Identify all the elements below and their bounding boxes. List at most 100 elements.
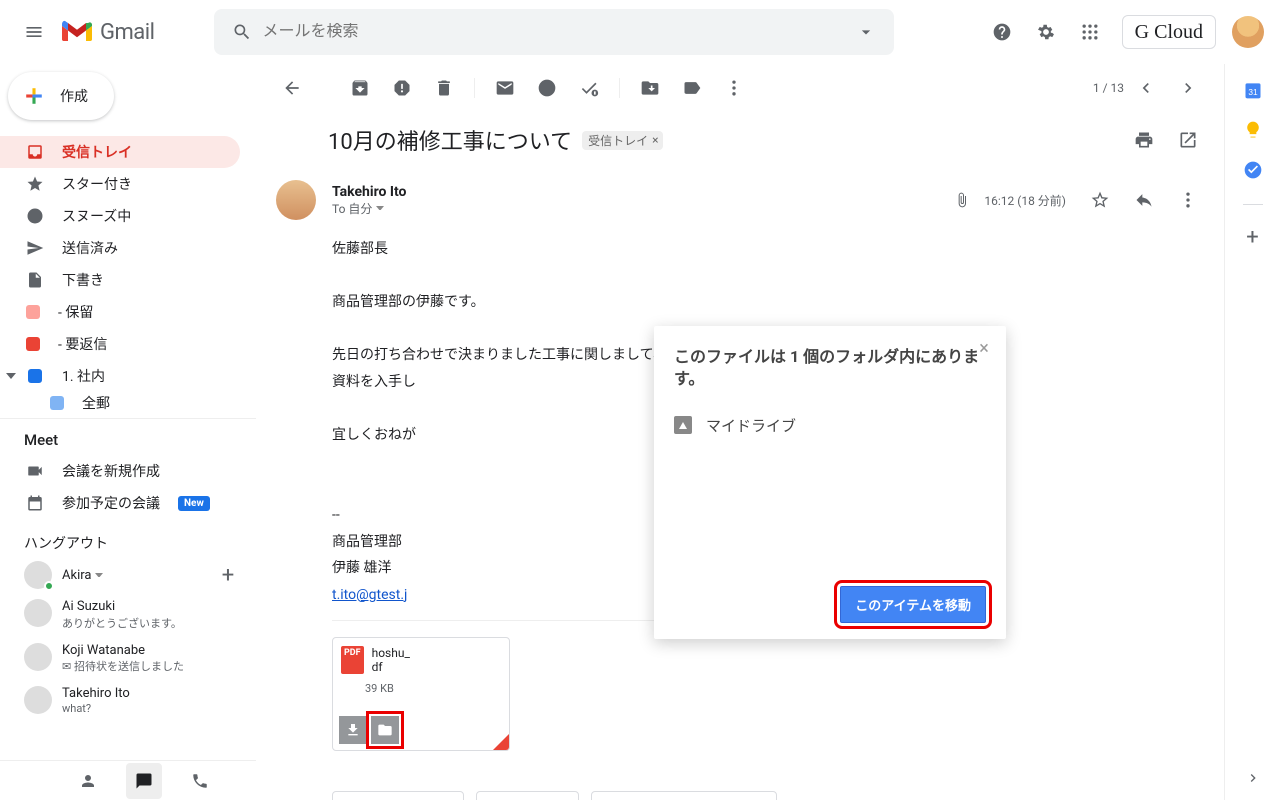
tasks-addon-icon[interactable] bbox=[1243, 160, 1263, 180]
meet-scheduled[interactable]: 参加予定の会議New bbox=[0, 487, 256, 519]
star-outline-icon bbox=[1090, 190, 1110, 210]
arrow-left-icon bbox=[282, 78, 302, 98]
contact-avatar bbox=[24, 599, 52, 627]
next-button[interactable] bbox=[1168, 68, 1208, 108]
move-item-button[interactable]: このアイテムを移動 bbox=[840, 586, 986, 623]
attachment-name: hoshu_ bbox=[372, 646, 410, 660]
gmail-logo-icon bbox=[62, 20, 92, 44]
more-button[interactable] bbox=[714, 68, 754, 108]
clock-icon bbox=[26, 207, 44, 225]
caret-down-icon bbox=[6, 373, 16, 379]
delete-button[interactable] bbox=[424, 68, 464, 108]
main-menu-button[interactable] bbox=[10, 8, 58, 56]
caret-down-icon bbox=[95, 573, 103, 578]
smart-reply-chip[interactable]: 送ります。 bbox=[476, 791, 579, 800]
remove-chip-icon[interactable]: × bbox=[652, 133, 658, 147]
reply-icon bbox=[1134, 190, 1154, 210]
send-icon bbox=[26, 239, 44, 257]
message-toolbar: 1 / 13 bbox=[256, 64, 1224, 112]
nav-starred[interactable]: スター付き bbox=[0, 168, 240, 200]
inbox-chip[interactable]: 受信トレイ× bbox=[582, 131, 662, 150]
search-button[interactable] bbox=[222, 12, 262, 52]
folder-move-icon bbox=[640, 78, 660, 98]
drive-location-popover: × このファイルは 1 個のフォルダ内にあります。 マイドライブ このアイテムを… bbox=[654, 326, 1006, 639]
back-button[interactable] bbox=[272, 68, 312, 108]
open-new-button[interactable] bbox=[1168, 120, 1208, 160]
print-icon bbox=[1134, 130, 1154, 150]
attachment-card[interactable]: PDF hoshu_ df 39 KB bbox=[332, 637, 510, 751]
trash-icon bbox=[434, 78, 454, 98]
archive-button[interactable] bbox=[340, 68, 380, 108]
settings-button[interactable] bbox=[1026, 12, 1066, 52]
gmail-logo-text: Gmail bbox=[100, 20, 154, 45]
nav-expand-internal[interactable]: 1. 社内 bbox=[0, 360, 256, 392]
keep-addon-icon[interactable] bbox=[1243, 120, 1263, 140]
chat-contact[interactable]: Ai Suzukiありがとうございます。 bbox=[0, 593, 256, 637]
compose-button[interactable]: 作成 bbox=[8, 72, 114, 120]
prev-button[interactable] bbox=[1126, 68, 1166, 108]
new-badge: New bbox=[178, 496, 210, 511]
contact-avatar bbox=[24, 686, 52, 714]
search-input[interactable] bbox=[262, 23, 846, 41]
inbox-icon bbox=[26, 143, 44, 161]
sender-email-link[interactable]: t.ito@gtest.j bbox=[332, 587, 407, 603]
side-panel: 31 + bbox=[1224, 64, 1280, 800]
smart-reply-chip[interactable]: ありがとうございます。 bbox=[591, 791, 778, 800]
download-attachment-button[interactable] bbox=[339, 716, 367, 744]
chat-contact[interactable]: Koji Watanabe✉ 招待状を送信しました bbox=[0, 637, 256, 681]
hangouts-self[interactable]: Akira + bbox=[0, 557, 256, 593]
spam-button[interactable] bbox=[382, 68, 422, 108]
add-task-button[interactable] bbox=[569, 68, 609, 108]
help-icon bbox=[992, 22, 1012, 42]
reply-button[interactable] bbox=[1124, 180, 1164, 220]
search-options-button[interactable] bbox=[846, 12, 886, 52]
sender-avatar[interactable] bbox=[276, 180, 316, 220]
svg-text:31: 31 bbox=[1248, 87, 1258, 97]
caret-down-icon bbox=[376, 206, 384, 211]
move-to-button[interactable] bbox=[630, 68, 670, 108]
snooze-button[interactable] bbox=[527, 68, 567, 108]
contact-avatar bbox=[24, 643, 52, 671]
popover-location[interactable]: マイドライブ bbox=[674, 415, 986, 436]
message-more-button[interactable] bbox=[1168, 180, 1208, 220]
smart-reply-row: 了解しました。 送ります。 ありがとうございます。 bbox=[256, 751, 1224, 800]
account-chip[interactable]: G Cloud bbox=[1122, 15, 1216, 49]
close-popover-button[interactable]: × bbox=[972, 336, 996, 360]
nav-label-internal-sub[interactable]: 全郵 bbox=[0, 392, 240, 414]
mark-unread-button[interactable] bbox=[485, 68, 525, 108]
chat-contact[interactable]: Takehiro Itowhat? bbox=[0, 680, 256, 721]
nav-sent[interactable]: 送信済み bbox=[0, 232, 240, 264]
label-icon bbox=[26, 337, 40, 351]
chats-tab[interactable] bbox=[126, 763, 162, 799]
task-icon bbox=[579, 78, 599, 98]
attachment-icon bbox=[954, 192, 970, 208]
recipients-toggle[interactable]: To 自分 bbox=[332, 200, 406, 217]
save-to-drive-button[interactable] bbox=[371, 716, 399, 744]
labels-button[interactable] bbox=[672, 68, 712, 108]
contacts-tab[interactable] bbox=[70, 763, 106, 799]
apps-button[interactable] bbox=[1070, 12, 1110, 52]
chevron-left-icon bbox=[1136, 78, 1156, 98]
nav-label-pending[interactable]: - 保留 bbox=[0, 296, 240, 328]
phone-tab[interactable] bbox=[182, 763, 218, 799]
draft-icon bbox=[26, 271, 44, 289]
message-counter: 1 / 13 bbox=[1093, 81, 1124, 95]
collapse-panel-button[interactable] bbox=[1245, 770, 1261, 786]
star-button[interactable] bbox=[1080, 180, 1120, 220]
nav-inbox[interactable]: 受信トレイ bbox=[0, 136, 240, 168]
support-button[interactable] bbox=[982, 12, 1022, 52]
gmail-logo[interactable]: Gmail bbox=[62, 20, 154, 45]
nav-label-reply[interactable]: - 要返信 bbox=[0, 328, 240, 360]
meet-new[interactable]: 会議を新規作成 bbox=[0, 455, 256, 487]
new-chat-button[interactable]: + bbox=[216, 563, 240, 587]
get-addons-button[interactable]: + bbox=[1246, 225, 1258, 250]
smart-reply-chip[interactable]: 了解しました。 bbox=[332, 791, 464, 800]
nav-drafts[interactable]: 下書き bbox=[0, 264, 240, 296]
nav-snoozed[interactable]: スヌーズ中 bbox=[0, 200, 240, 232]
account-avatar[interactable] bbox=[1232, 16, 1264, 48]
label-icon bbox=[28, 369, 42, 383]
print-button[interactable] bbox=[1124, 120, 1164, 160]
label-icon bbox=[682, 78, 702, 98]
calendar-addon-icon[interactable]: 31 bbox=[1243, 80, 1263, 100]
mail-icon bbox=[495, 78, 515, 98]
